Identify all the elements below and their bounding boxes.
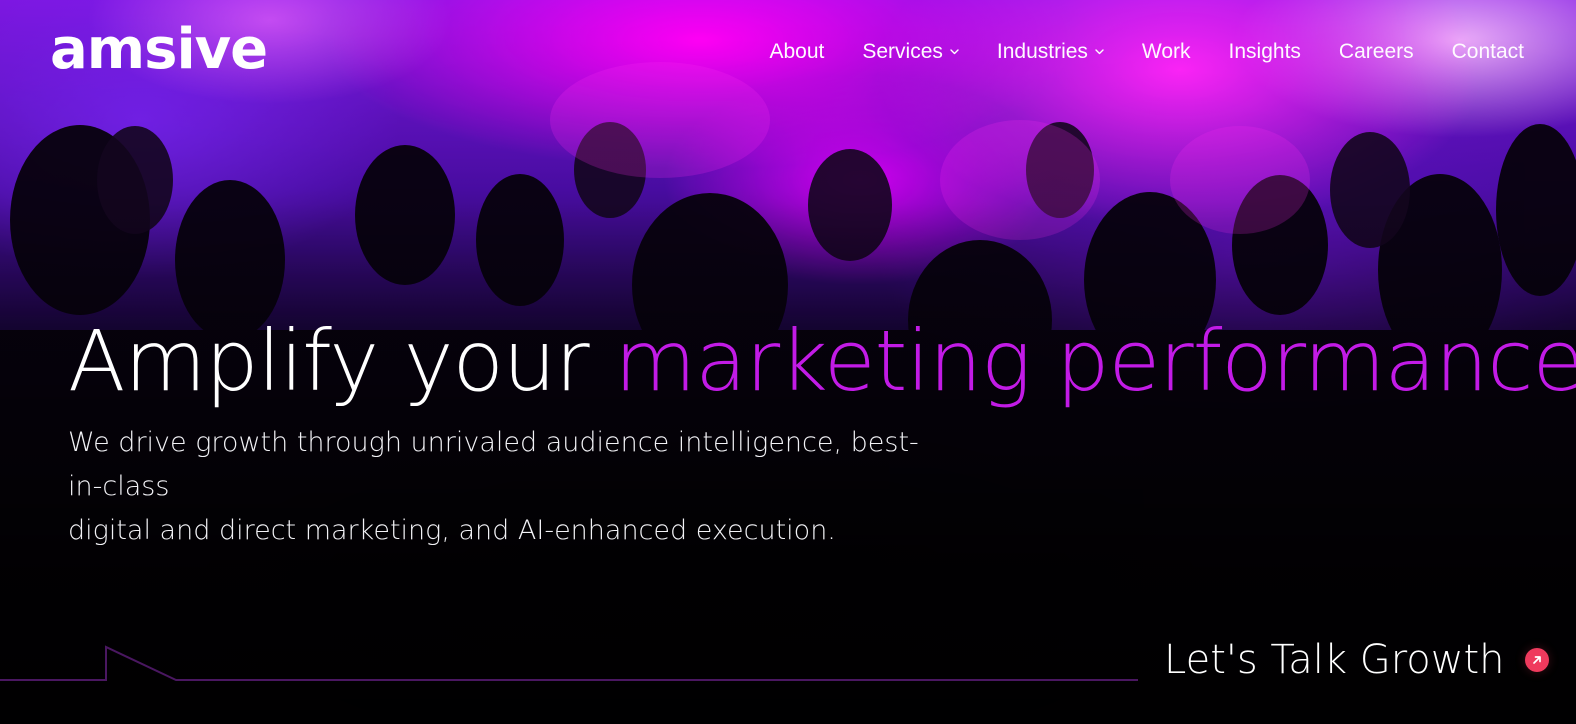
hero-section: amsive About Services Industries Work In…	[0, 0, 1576, 724]
nav-item-careers[interactable]: Careers	[1339, 40, 1414, 64]
cta-label: Let's Talk Growth	[1164, 637, 1505, 683]
nav-item-contact[interactable]: Contact	[1452, 40, 1524, 64]
lets-talk-growth-button[interactable]: Let's Talk Growth	[1164, 640, 1549, 680]
nav-item-services[interactable]: Services	[862, 40, 959, 64]
chevron-down-icon	[950, 47, 959, 56]
site-header: amsive About Services Industries Work In…	[0, 0, 1576, 110]
nav-item-industries[interactable]: Industries	[997, 40, 1104, 64]
nav-item-label: Industries	[996, 40, 1088, 63]
nav-item-label: Careers	[1338, 40, 1414, 63]
nav-item-label: About	[769, 40, 825, 63]
hero-headline-white: Amplify your	[68, 312, 590, 410]
nav-item-label: Work	[1141, 40, 1191, 63]
chevron-down-icon	[1095, 47, 1104, 56]
amsive-logo[interactable]: amsive	[50, 22, 268, 78]
main-nav: About Services Industries Work Insights …	[769, 40, 1524, 64]
hero-headline-accent: marketing performance.	[614, 312, 1576, 410]
hero-subtext: We drive growth through unrivaled audien…	[68, 421, 948, 553]
hero-subtext-line: We drive growth through unrivaled audien…	[68, 427, 919, 503]
hero-content: Amplify your marketing performance. We d…	[68, 315, 1576, 553]
arrow-up-right-icon	[1524, 648, 1549, 672]
nav-item-insights[interactable]: Insights	[1229, 40, 1301, 64]
nav-item-about[interactable]: About	[769, 40, 824, 64]
hero-subtext-line: digital and direct marketing, and AI-enh…	[68, 515, 836, 547]
hero-headline: Amplify your marketing performance.	[68, 315, 1576, 407]
nav-item-label: Services	[862, 40, 943, 63]
nav-item-label: Contact	[1451, 40, 1524, 63]
nav-item-work[interactable]: Work	[1142, 40, 1191, 64]
nav-item-label: Insights	[1228, 40, 1301, 63]
